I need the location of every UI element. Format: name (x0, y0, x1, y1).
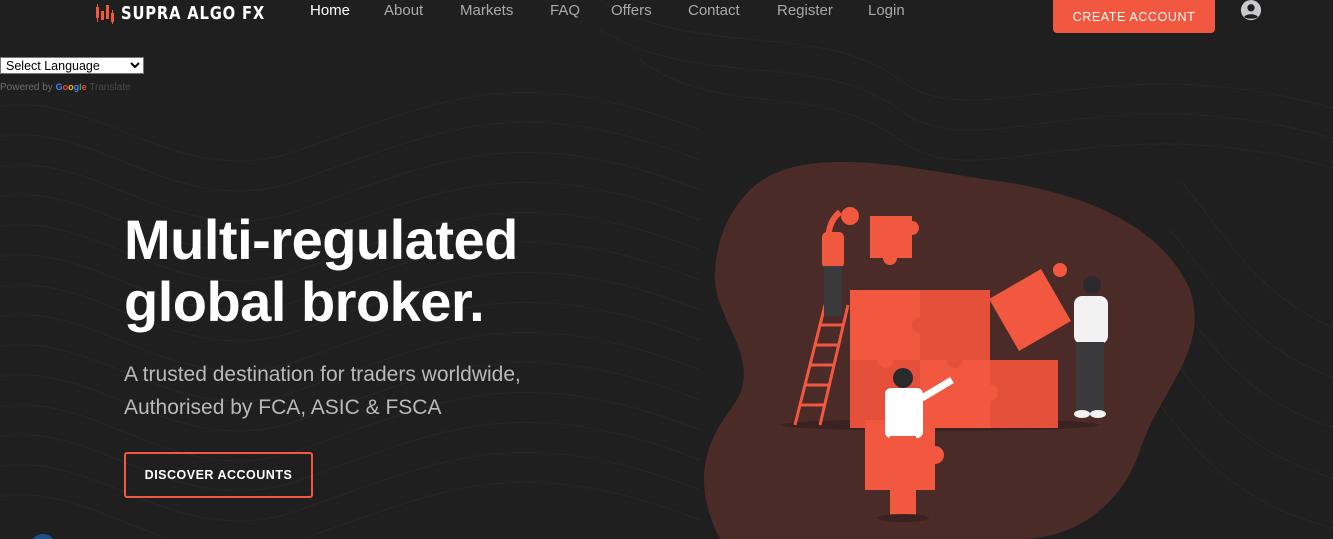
candlestick-logo-icon (96, 4, 114, 24)
puzzle-team-illustration (704, 161, 1195, 539)
hero-subtitle: A trusted destination for traders worldw… (124, 358, 521, 424)
hero-headline: Multi-regulated global broker. (124, 209, 518, 333)
subtitle-line-2: Authorised by FCA, ASIC & FSCA (124, 396, 442, 419)
nav-register[interactable]: Register (777, 2, 833, 19)
brand-logo[interactable]: SUPRA ALGO FX (95, 0, 297, 26)
nav-contact[interactable]: Contact (688, 2, 740, 19)
subtitle-line-1: A trusted destination for traders worldw… (124, 363, 521, 386)
headline-line-1: Multi-regulated (124, 208, 518, 271)
headline-line-2: global broker. (124, 270, 485, 333)
create-account-button[interactable]: CREATE ACCOUNT (1053, 0, 1215, 33)
nav-about[interactable]: About (384, 2, 423, 19)
corner-widget-icon[interactable] (28, 533, 58, 539)
nav-home[interactable]: Home (310, 2, 350, 19)
nav-offers[interactable]: Offers (611, 2, 652, 19)
language-select[interactable]: Select Language (0, 57, 144, 74)
nav-markets[interactable]: Markets (460, 2, 513, 19)
nav-faq[interactable]: FAQ (550, 2, 580, 19)
powered-by-label: Powered by (0, 82, 53, 93)
discover-accounts-button[interactable]: DISCOVER ACCOUNTS (124, 452, 313, 498)
nav-login[interactable]: Login (868, 2, 905, 19)
page: SUPRA ALGO FX Home About Markets FAQ Off… (0, 0, 1333, 539)
translate-link[interactable]: Translate (89, 82, 130, 93)
google-logo: Google (55, 82, 87, 92)
brand-name: SUPRA ALGO FX (121, 2, 266, 24)
user-circle-icon[interactable] (1239, 0, 1263, 22)
powered-by-google-translate: Powered by Google Translate (0, 82, 131, 93)
